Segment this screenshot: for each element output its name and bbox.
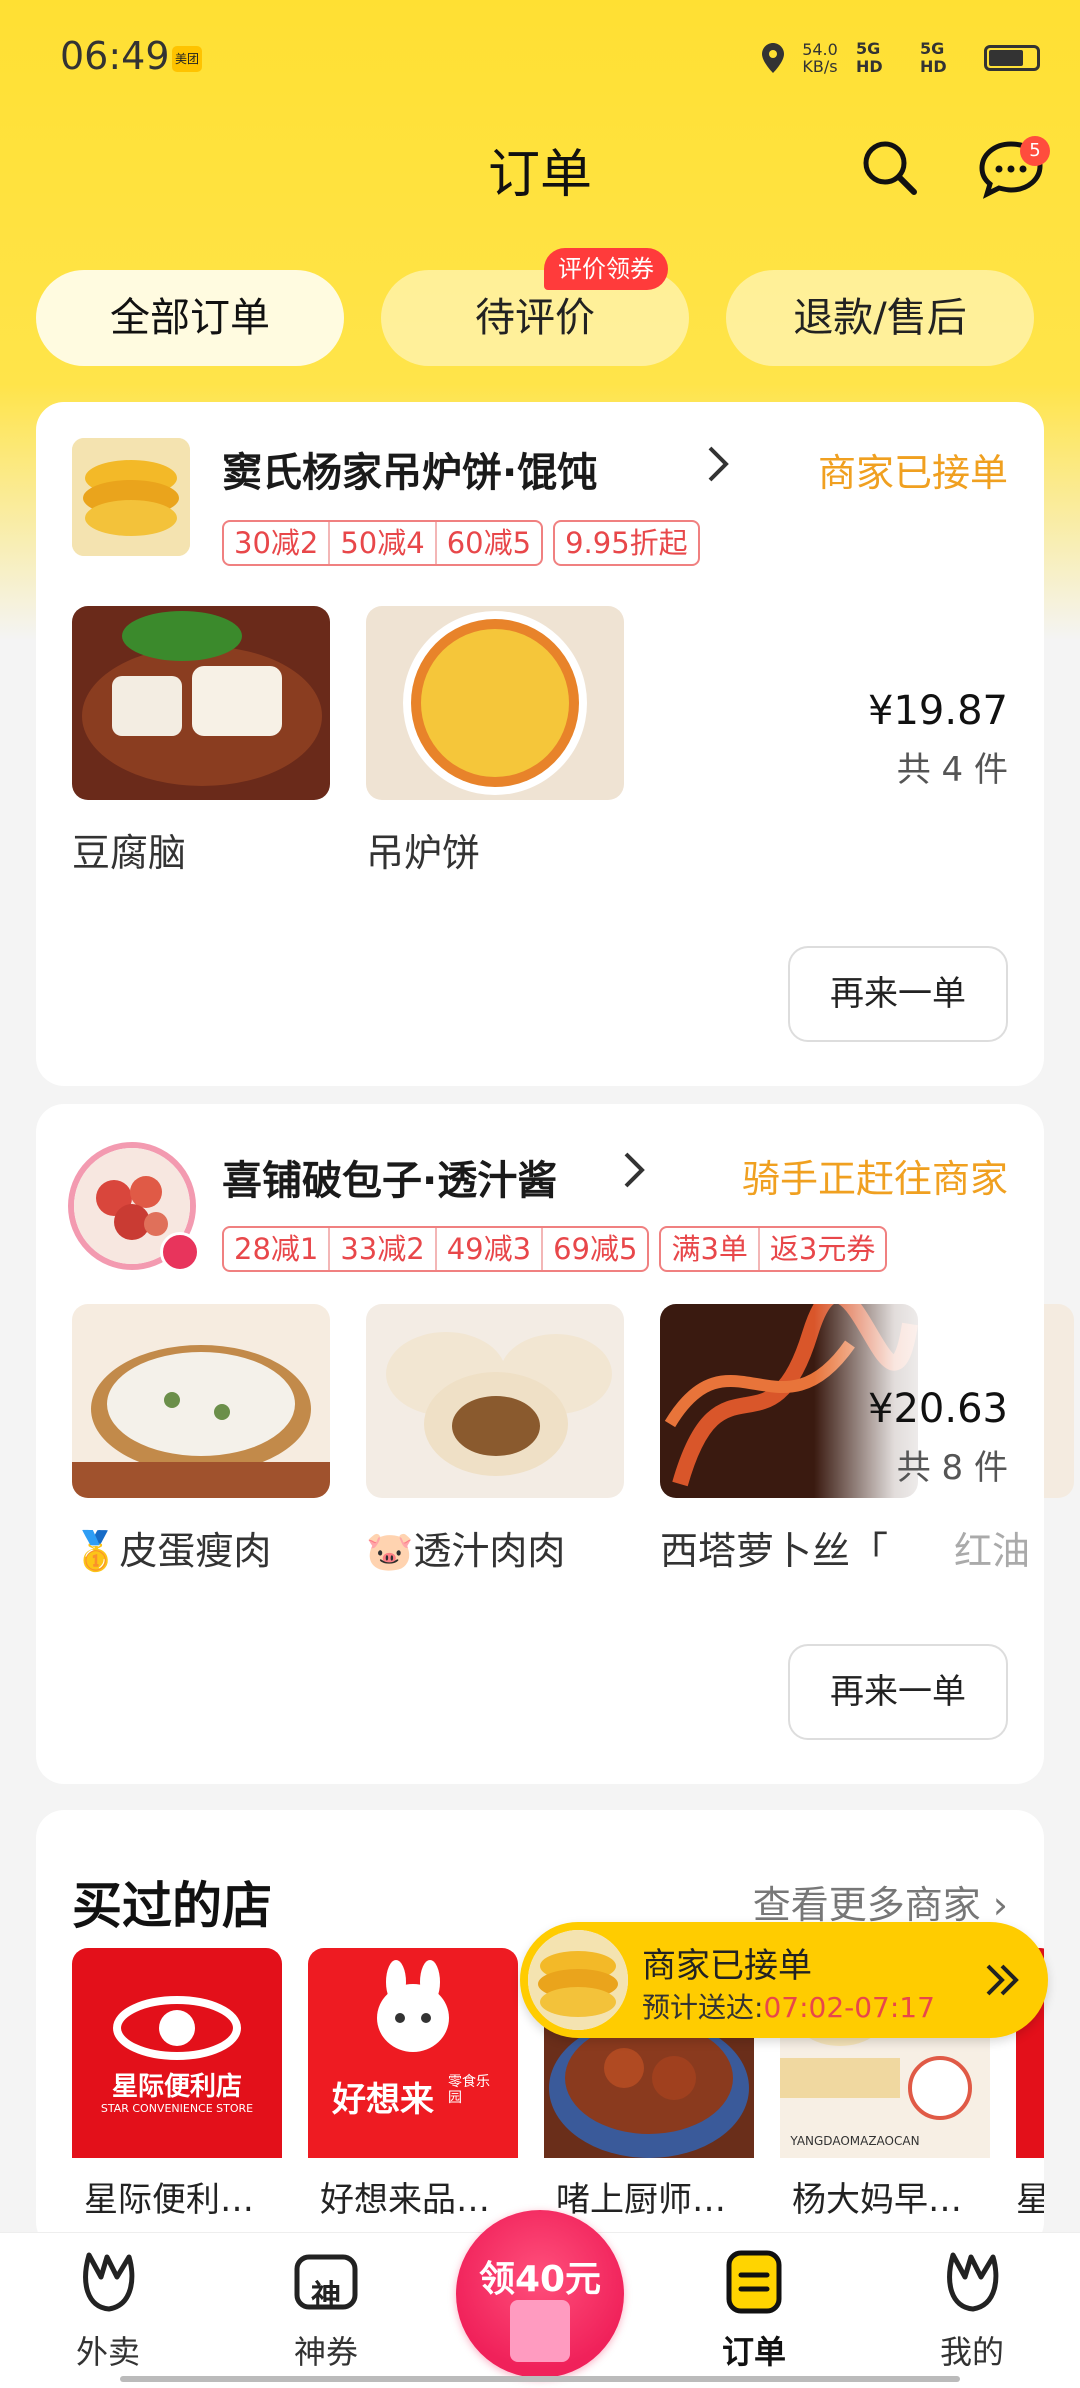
nav-takeout[interactable]: 外卖 bbox=[28, 2247, 188, 2373]
home-indicator bbox=[120, 2376, 960, 2382]
nav-mine[interactable]: 我的 bbox=[892, 2247, 1052, 2373]
item-name: 吊炉饼 bbox=[366, 831, 481, 875]
shop-name[interactable]: 窦氏杨家吊炉饼·馄饨 bbox=[222, 440, 597, 498]
order-card-1[interactable]: 窦氏杨家吊炉饼·馄饨 商家已接单 30减2 50减4 60减5 9.95折起 豆… bbox=[36, 402, 1044, 1086]
promo-tag: 33减2 bbox=[328, 1228, 434, 1270]
see-more-shops-link[interactable]: 查看更多商家 › bbox=[753, 1874, 1008, 1929]
shop-tile[interactable]: 好想来 零食乐园 好想来品… bbox=[308, 1948, 518, 2221]
order-item: 🥇皮蛋瘦肉 bbox=[72, 1304, 330, 1575]
orders-icon bbox=[726, 2250, 782, 2314]
takeout-icon bbox=[83, 2252, 135, 2312]
location-icon bbox=[762, 43, 784, 73]
order-tabs: 全部订单 待评价 退款/售后 bbox=[36, 270, 1044, 366]
logo-subtext: YANGDAOMAZAOCAN bbox=[790, 2134, 920, 2148]
shop-tile-name: 星际便利… bbox=[84, 2180, 254, 2220]
profile-icon bbox=[947, 2252, 999, 2312]
status-bar: 06:49 美团 54.0 KB/s 5G HD 5G HD bbox=[0, 0, 1080, 120]
search-icon[interactable] bbox=[858, 136, 922, 200]
order-item: 吊炉饼 bbox=[366, 606, 624, 877]
order-item: 豆腐脑 bbox=[72, 606, 330, 877]
item-image bbox=[72, 1304, 330, 1498]
promo-tags: 30减2 50减4 60减5 9.95折起 bbox=[222, 520, 700, 566]
floating-order-status[interactable]: 商家已接单 预计送达:07:02-07:17 bbox=[520, 1922, 1048, 2038]
app-badge: 美团 bbox=[172, 46, 202, 72]
item-name: 豆腐脑 bbox=[72, 831, 187, 875]
status-time: 06:49 bbox=[60, 34, 170, 78]
claim-coupon-button[interactable]: 领40元 bbox=[456, 2210, 624, 2378]
nav-coupons[interactable]: 神 神券 bbox=[246, 2247, 406, 2373]
floating-eta: 预计送达:07:02-07:17 bbox=[642, 1991, 935, 2024]
section-title: 买过的店 bbox=[72, 1877, 272, 1935]
item-image bbox=[72, 606, 330, 800]
promo-tag: 30减2 bbox=[234, 526, 319, 560]
double-chevron-right-icon bbox=[986, 1964, 1019, 1996]
promo-tag: 返3元券 bbox=[757, 1228, 885, 1270]
shop-tile-name: 杨大妈早… bbox=[792, 2180, 962, 2220]
review-coupon-badge: 评价领券 bbox=[544, 248, 668, 290]
shop-thumbnail bbox=[528, 1930, 628, 2030]
promo-tag: 49减3 bbox=[434, 1228, 541, 1270]
item-name: 🥇皮蛋瘦肉 bbox=[72, 1529, 272, 1573]
reorder-button[interactable]: 再来一单 bbox=[788, 1644, 1008, 1740]
promo-tags: 28减1 33减2 49减3 69减5 满3单 返3元券 bbox=[222, 1226, 888, 1272]
logo-subtext: 零食乐园 bbox=[448, 2074, 490, 2106]
message-count-badge: 5 bbox=[1020, 136, 1050, 166]
order-count: 共 8 件 bbox=[896, 1448, 1008, 1488]
signal-1: 5G HD bbox=[856, 39, 883, 76]
order-status: 商家已接单 bbox=[817, 451, 1008, 495]
tab-refund[interactable]: 退款/售后 bbox=[726, 270, 1034, 366]
coupon-icon-char: 神 bbox=[311, 2279, 341, 2314]
order-status: 骑手正赶往商家 bbox=[741, 1157, 1008, 1201]
reorder-button[interactable]: 再来一单 bbox=[788, 946, 1008, 1042]
logo-subtext: STAR CONVENIENCE STORE bbox=[100, 2102, 254, 2115]
battery-icon bbox=[984, 45, 1040, 71]
floating-status-title: 商家已接单 bbox=[642, 1946, 812, 1986]
nav-orders[interactable]: 订单 bbox=[674, 2247, 834, 2373]
shop-tile-name: 好想来品… bbox=[320, 2180, 490, 2220]
signal-2: 5G HD bbox=[920, 39, 947, 76]
shop-logo: 星际便利店 STAR CONVENIENCE STORE bbox=[72, 1948, 282, 2158]
promo-tag: 60减5 bbox=[434, 522, 541, 564]
shop-name[interactable]: 喜铺破包子·透汁酱 bbox=[222, 1148, 557, 1206]
item-name: 红油 bbox=[954, 1529, 1031, 1573]
gift-icon bbox=[510, 2300, 570, 2362]
shop-brand-badge bbox=[160, 1232, 200, 1272]
chevron-right-icon[interactable] bbox=[704, 444, 732, 484]
item-image bbox=[366, 1304, 624, 1498]
net-speed: 54.0 KB/s bbox=[802, 40, 838, 76]
order-card-2[interactable]: 喜铺破包子·透汁酱 骑手正赶往商家 28减1 33减2 49减3 69减5 满3… bbox=[36, 1104, 1074, 1784]
shop-tile[interactable]: 星际便利店 STAR CONVENIENCE STORE 星际便利… bbox=[72, 1948, 282, 2221]
promo-tag: 69减5 bbox=[541, 1228, 647, 1270]
order-item: 🐷透汁肉肉 bbox=[366, 1304, 624, 1575]
item-name: 🐷透汁肉肉 bbox=[366, 1529, 566, 1573]
chevron-right-icon[interactable] bbox=[620, 1150, 648, 1190]
shop-tile-name: 啫上厨师… bbox=[556, 2180, 726, 2220]
promo-tag: 满3单 bbox=[671, 1232, 748, 1266]
promo-tag: 28减1 bbox=[234, 1232, 319, 1266]
shop-tile-name: 星 bbox=[1016, 2180, 1044, 2220]
order-price: ¥20.63 bbox=[868, 1386, 1008, 1432]
shop-thumbnail bbox=[72, 438, 190, 556]
order-price: ¥19.87 bbox=[868, 688, 1008, 734]
promo-tag: 50减4 bbox=[328, 522, 434, 564]
status-indicators: 54.0 KB/s 5G HD 5G HD bbox=[762, 40, 1040, 76]
item-image bbox=[366, 606, 624, 800]
promo-tag: 9.95折起 bbox=[565, 526, 688, 560]
order-count: 共 4 件 bbox=[896, 750, 1008, 790]
tab-all-orders[interactable]: 全部订单 bbox=[36, 270, 344, 366]
logo-text: 星际便利店 bbox=[111, 2072, 242, 2102]
shop-logo: 好想来 零食乐园 bbox=[308, 1948, 518, 2158]
logo-text: 好想来 bbox=[332, 2080, 434, 2120]
item-name: 西塔萝卜丝「 bbox=[660, 1529, 889, 1573]
